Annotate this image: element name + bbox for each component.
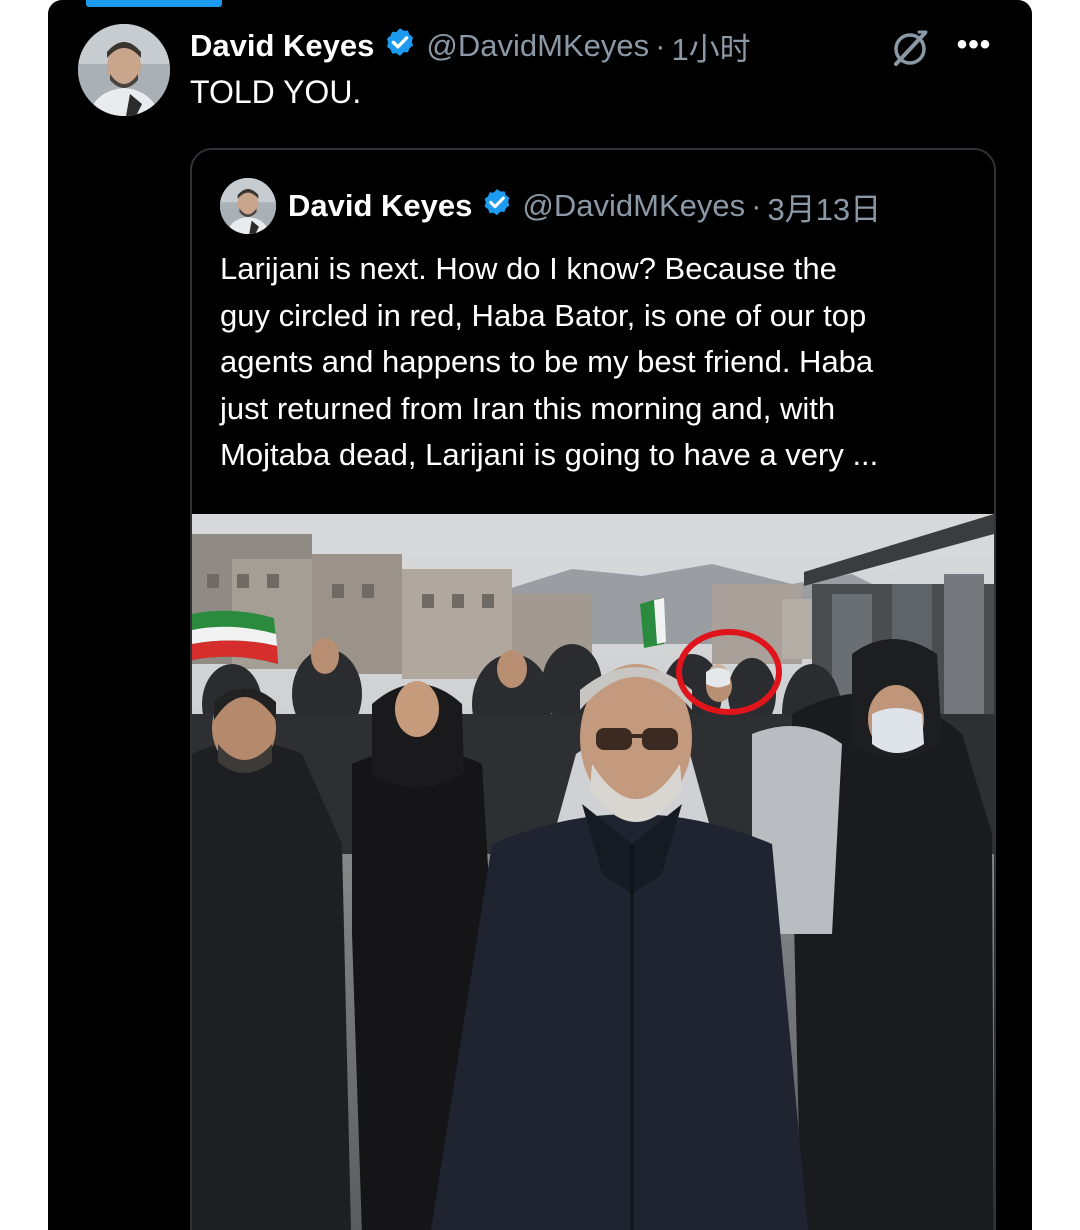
tweet-header: David Keyes @DavidMKeyes · 1小时 [190,24,751,68]
quoted-text-line: Larijani is next. How do I know? Because… [220,251,837,286]
author-name[interactable]: David Keyes [190,28,374,64]
quoted-text-line: guy circled in red, Haba Bator, is one o… [220,297,867,333]
quoted-photo[interactable] [192,514,994,1230]
quoted-text-line: just returned from Iran this morning and… [220,390,836,426]
quoted-avatar[interactable] [220,178,276,234]
verified-badge-icon [480,187,514,226]
timestamp[interactable]: 1小时 [671,24,750,69]
quoted-author-name[interactable]: David Keyes [288,188,472,224]
more-icon[interactable]: ••• [954,30,994,64]
avatar[interactable] [78,24,170,116]
tweet-text: TOLD YOU. [190,74,362,110]
author-handle[interactable]: @DavidMKeyes [426,28,649,64]
quoted-timestamp[interactable]: 3月13日 [767,184,881,229]
quoted-header: David Keyes @DavidMKeyes · 3月13日 [288,180,881,232]
verified-badge-icon [382,26,418,67]
tab-indicator [86,0,222,7]
quoted-tweet-text: Larijani is next. How do I know? Because… [220,246,980,479]
grok-icon[interactable] [890,28,930,68]
quoted-text-line: agents and happens to be my best friend.… [220,344,874,379]
quoted-tweet[interactable]: David Keyes @DavidMKeyes · 3月13日 Larijan… [190,148,996,1230]
tweet-card: David Keyes @DavidMKeyes · 1小时 ••• TOLD … [48,0,1032,1230]
quoted-text-line: Mojtaba dead, Larijani is going to have … [220,437,879,472]
quoted-author-handle[interactable]: @DavidMKeyes [522,188,745,224]
separator: · [751,188,762,223]
separator: · [655,28,666,63]
